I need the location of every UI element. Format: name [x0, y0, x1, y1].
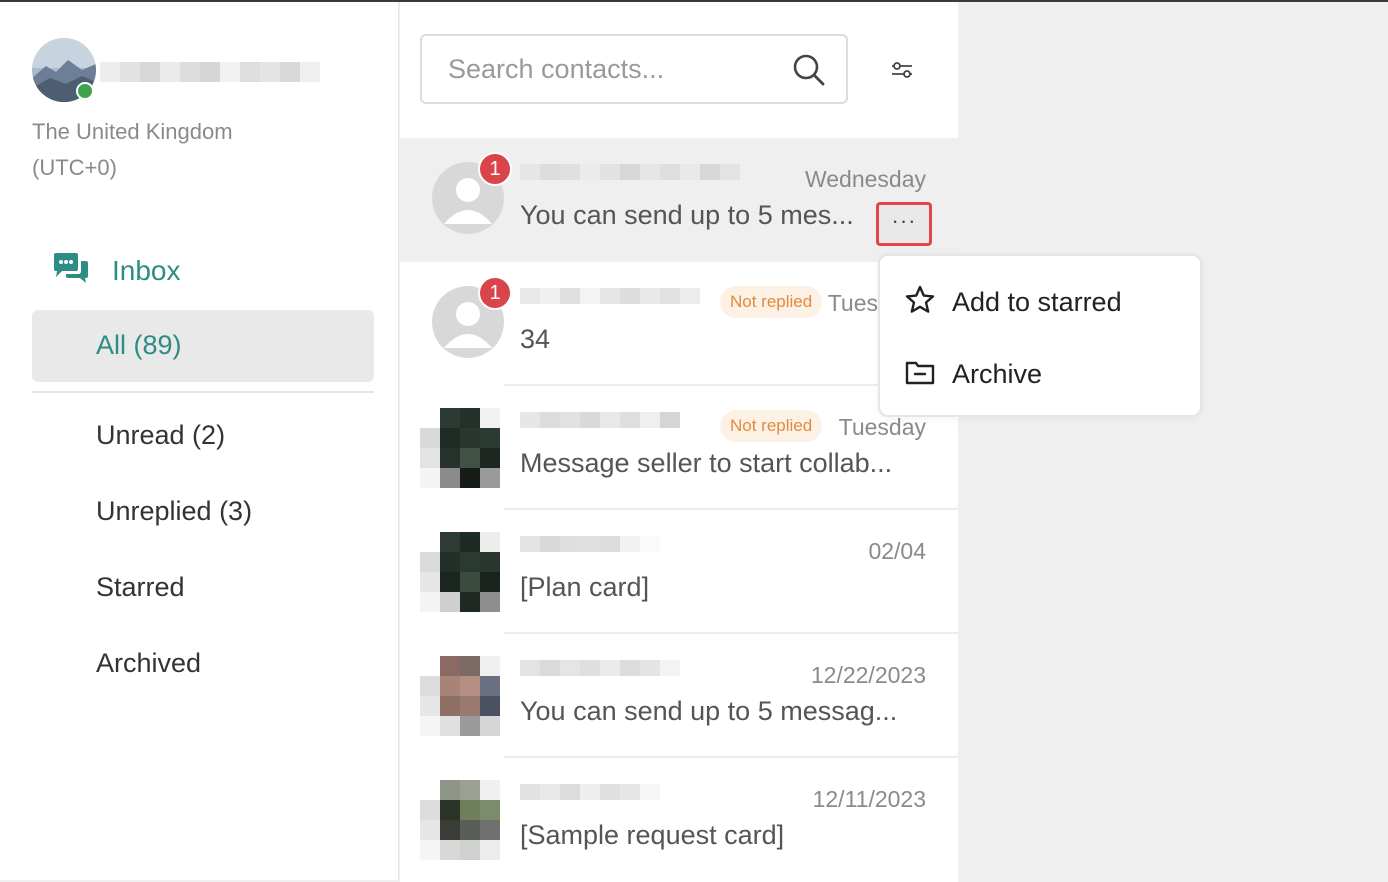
conversation-row[interactable]: 1 Wednesday You can send up to 5 mes...	[400, 138, 958, 262]
conversation-time: Wednesday	[804, 166, 926, 192]
search-input[interactable]	[446, 50, 780, 88]
sidebar: The United Kingdom (UTC+0) Inbox All (89…	[0, 2, 399, 880]
conversation-row[interactable]: 12/11/2023 [Sample request card]	[400, 758, 958, 882]
menu-item-archive[interactable]: Archive	[904, 350, 1042, 398]
message-preview: Message seller to start collab...	[520, 448, 893, 478]
inbox-label: Inbox	[112, 254, 181, 286]
timezone-offset: (UTC+0)	[32, 155, 117, 180]
contact-name-redacted	[520, 164, 740, 180]
contact-avatar-pixelated	[420, 532, 500, 612]
more-options-button[interactable]: ···	[876, 202, 932, 246]
message-preview: You can send up to 5 mes...	[520, 200, 854, 230]
search-icon[interactable]	[792, 53, 826, 92]
inbox-header[interactable]: Inbox	[52, 252, 181, 289]
filter-settings-icon[interactable]	[890, 60, 914, 85]
conversation-time: 02/04	[868, 538, 926, 564]
conversation-row[interactable]: 1 Not replied Tues 34	[400, 262, 958, 386]
not-replied-tag: Not replied	[720, 410, 823, 442]
conversation-time: 12/22/2023	[810, 662, 926, 688]
nav-item-label: All (89)	[96, 330, 182, 360]
unread-badge: 1	[478, 276, 512, 310]
message-preview: [Sample request card]	[520, 820, 785, 850]
not-replied-tag: Not replied	[720, 286, 823, 318]
contact-name-redacted	[520, 536, 660, 552]
contact-name-redacted	[520, 784, 660, 800]
divider	[32, 391, 374, 393]
folder-icon	[904, 356, 936, 393]
conversation-row[interactable]: 12/22/2023 You can send up to 5 messag..…	[400, 634, 958, 758]
conversation-row[interactable]: Not replied Tuesday Message seller to st…	[400, 386, 958, 510]
search-box[interactable]	[420, 34, 848, 104]
contact-avatar-pixelated	[420, 408, 500, 488]
nav-item-archived[interactable]: Archived	[96, 648, 201, 679]
menu-item-label: Add to starred	[952, 286, 1122, 317]
nav-item-all[interactable]: All (89)	[32, 310, 374, 382]
contact-name-redacted	[520, 660, 680, 676]
message-preview: [Plan card]	[520, 572, 650, 602]
nav-item-unread[interactable]: Unread (2)	[96, 420, 225, 451]
nav-item-unreplied[interactable]: Unreplied (3)	[96, 496, 252, 527]
contact-avatar-pixelated	[420, 656, 500, 736]
username-redacted	[100, 62, 320, 82]
conversation-time: Tues	[827, 290, 878, 316]
menu-item-add-to-starred[interactable]: Add to starred	[904, 278, 1122, 326]
chat-bubbles-icon	[52, 252, 90, 289]
conversation-list-panel: 1 Wednesday You can send up to 5 mes... …	[400, 2, 958, 882]
conversation-time: 12/11/2023	[812, 786, 926, 812]
conversation-context-menu: Add to starred Archive	[878, 254, 1202, 417]
nav-item-starred[interactable]: Starred	[96, 572, 185, 603]
message-preview: You can send up to 5 messag...	[520, 696, 898, 726]
star-icon	[904, 284, 936, 321]
contact-name-redacted	[520, 412, 680, 428]
menu-item-label: Archive	[952, 358, 1043, 389]
conversation-row[interactable]: 02/04 [Plan card]	[400, 510, 958, 634]
timezone-region: The United Kingdom	[32, 119, 233, 144]
contact-avatar-pixelated	[420, 780, 500, 860]
online-status-dot	[76, 82, 94, 100]
contact-name-redacted	[520, 288, 700, 304]
message-preview: 34	[520, 324, 551, 354]
unread-badge: 1	[478, 152, 512, 186]
conversation-time: Tuesday	[838, 414, 926, 440]
